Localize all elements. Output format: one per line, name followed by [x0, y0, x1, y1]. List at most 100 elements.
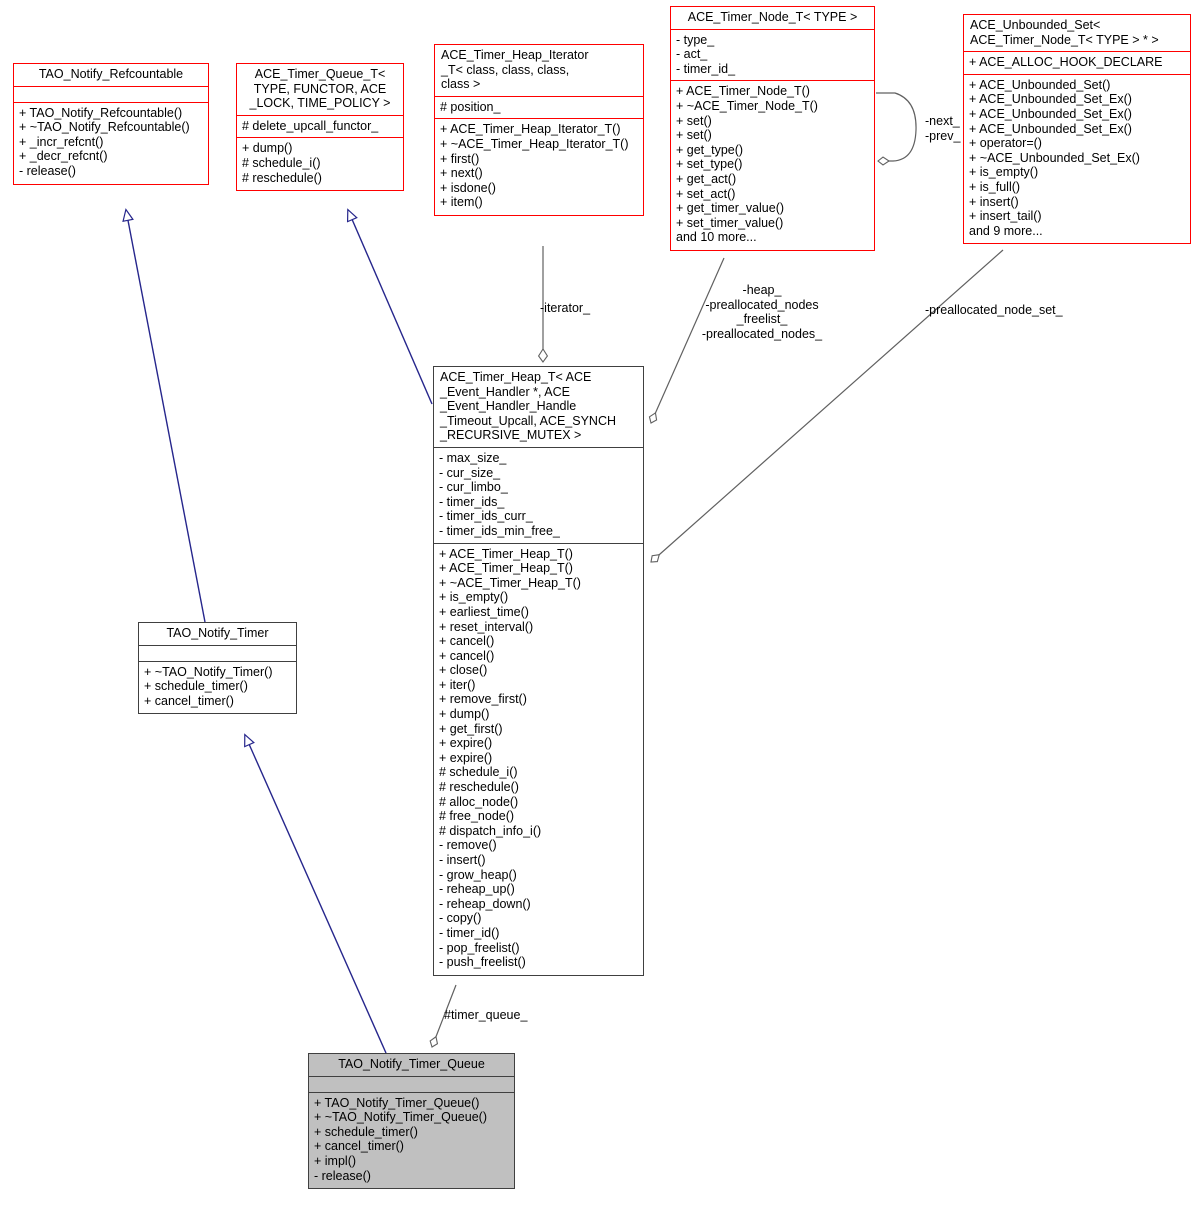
operation-row: + set() — [676, 113, 712, 128]
operation-row: + ACE_Timer_Heap_T() — [439, 561, 573, 576]
operation-row: # alloc_node() — [439, 794, 519, 809]
operation-row: + close() — [439, 663, 488, 678]
operation-row: + ~ACE_Unbounded_Set_Ex() — [969, 150, 1140, 165]
class-title: TAO_Notify_Refcountable — [14, 64, 208, 87]
class-attributes: # position_ — [435, 97, 643, 120]
operation-row: + _decr_refcnt() — [19, 149, 108, 164]
attribute-row: - type_ — [676, 32, 715, 47]
operation-row: + dump() — [242, 141, 293, 156]
operation-row: + isdone() — [440, 180, 496, 195]
operation-row: + ACE_Timer_Heap_T() — [439, 546, 573, 561]
edge-label-node-set: -preallocated_node_set_ — [925, 303, 1063, 317]
class-title: TAO_Notify_Timer_Queue — [309, 1054, 514, 1077]
operation-row: - grow_heap() — [439, 867, 517, 882]
operation-row: + ~TAO_Notify_Timer_Queue() — [314, 1110, 487, 1125]
operation-row: + get_timer_value() — [676, 201, 785, 216]
operation-row: + impl() — [314, 1153, 357, 1168]
attribute-row: # delete_upcall_functor_ — [242, 118, 379, 133]
attribute-row: - timer_ids_min_free_ — [439, 523, 560, 538]
attribute-row: - cur_limbo_ — [439, 480, 508, 495]
operation-row: + cancel_timer() — [144, 693, 234, 708]
operation-row: + TAO_Notify_Refcountable() — [19, 105, 183, 120]
operation-row: + is_empty() — [969, 165, 1039, 180]
operation-row: - release() — [314, 1168, 371, 1183]
operation-row: + set_timer_value() — [676, 215, 784, 230]
class-operations: + TAO_Notify_Refcountable() + ~TAO_Notif… — [14, 103, 208, 184]
operation-row: + is_full() — [969, 179, 1021, 194]
operation-row: # reschedule() — [439, 780, 519, 795]
operation-row: # reschedule() — [242, 170, 322, 185]
operation-row: + cancel_timer() — [314, 1139, 404, 1154]
operation-row: + ~TAO_Notify_Refcountable() — [19, 120, 190, 135]
operation-row: + iter() — [439, 677, 476, 692]
operation-row: + ~ACE_Timer_Heap_T() — [439, 575, 581, 590]
class-attributes — [14, 87, 208, 103]
uml-class-diagram: TAO_Notify_Refcountable + TAO_Notify_Ref… — [0, 0, 1199, 1208]
operation-row: - reheap_down() — [439, 896, 531, 911]
operation-row: - pop_freelist() — [439, 940, 520, 955]
attribute-row: + ACE_ALLOC_HOOK_DECLARE — [969, 55, 1163, 70]
operation-row: + cancel() — [439, 648, 495, 663]
edge-inherit-timer-refcountable — [122, 208, 206, 623]
operation-row: and 10 more... — [676, 230, 757, 245]
class-node-ace-unbounded-set[interactable]: ACE_Unbounded_Set< ACE_Timer_Node_T< TYP… — [963, 14, 1191, 245]
attribute-row: - timer_ids_curr_ — [439, 509, 533, 524]
class-attributes: - type_ - act_ - timer_id_ — [671, 30, 874, 82]
operation-row: + TAO_Notify_Timer_Queue() — [314, 1095, 480, 1110]
operation-row: + get_first() — [439, 721, 503, 736]
edge-label-iterator: -iterator_ — [540, 301, 591, 315]
class-attributes: + ACE_ALLOC_HOOK_DECLARE — [964, 52, 1190, 75]
operation-row: + ~TAO_Notify_Timer() — [144, 664, 273, 679]
class-operations: + dump() # schedule_i() # reschedule() — [237, 138, 403, 190]
class-title: ACE_Timer_Heap_T< ACE _Event_Handler *, … — [434, 367, 643, 448]
operation-row: + insert() — [969, 194, 1019, 209]
operation-row: + schedule_timer() — [144, 679, 248, 694]
class-title: ACE_Unbounded_Set< ACE_Timer_Node_T< TYP… — [964, 15, 1190, 53]
class-operations: + ACE_Timer_Heap_Iterator_T() + ~ACE_Tim… — [435, 119, 643, 215]
class-operations: + ACE_Timer_Node_T() + ~ACE_Timer_Node_T… — [671, 81, 874, 250]
edge-label-timer-queue: #timer_queue_ — [444, 1008, 528, 1022]
operation-row: + schedule_timer() — [314, 1124, 418, 1139]
operation-row: # schedule_i() — [242, 155, 321, 170]
class-operations: + ~TAO_Notify_Timer() + schedule_timer()… — [139, 662, 296, 714]
class-title: ACE_Timer_Heap_Iterator _T< class, class… — [435, 45, 643, 97]
operation-row: - remove() — [439, 838, 497, 853]
operation-row: + ACE_Unbounded_Set_Ex() — [969, 106, 1132, 121]
operation-row: - insert() — [439, 853, 486, 867]
operation-row: - push_freelist() — [439, 955, 526, 970]
operation-row: - release() — [19, 163, 76, 178]
class-node-ace-timer-heap-iterator-t[interactable]: ACE_Timer_Heap_Iterator _T< class, class… — [434, 44, 644, 216]
attribute-row: - timer_ids_ — [439, 494, 505, 509]
class-operations: + ACE_Timer_Heap_T() + ACE_Timer_Heap_T(… — [434, 544, 643, 975]
operation-row: + earliest_time() — [439, 604, 529, 619]
class-node-ace-timer-heap-t[interactable]: ACE_Timer_Heap_T< ACE _Event_Handler *, … — [433, 366, 644, 976]
operation-row: + expire() — [439, 750, 493, 765]
operation-row: + dump() — [439, 707, 490, 722]
class-node-ace-timer-node-t[interactable]: ACE_Timer_Node_T< TYPE > - type_ - act_ … — [670, 6, 875, 251]
operation-row: + expire() — [439, 736, 493, 751]
operation-row: + set_act() — [676, 186, 736, 201]
edge-label-next-prev: -next_ -prev_ — [925, 114, 961, 143]
class-node-tao-notify-timer-queue[interactable]: TAO_Notify_Timer_Queue + TAO_Notify_Time… — [308, 1053, 515, 1190]
operation-row: + reset_interval() — [439, 619, 534, 634]
edge-inherit-queue-timer — [244, 733, 387, 1054]
class-node-tao-notify-timer[interactable]: TAO_Notify_Timer + ~TAO_Notify_Timer() +… — [138, 622, 297, 715]
class-node-ace-timer-queue-t[interactable]: ACE_Timer_Queue_T< TYPE, FUNCTOR, ACE _L… — [236, 63, 404, 192]
operation-row: - copy() — [439, 911, 482, 926]
class-attributes: - max_size_ - cur_size_ - cur_limbo_ - t… — [434, 448, 643, 544]
class-attributes: # delete_upcall_functor_ — [237, 116, 403, 139]
attribute-row: - cur_size_ — [439, 465, 501, 480]
operation-row: + ACE_Unbounded_Set_Ex() — [969, 92, 1132, 107]
operation-row: + get_type() — [676, 142, 744, 157]
class-title: ACE_Timer_Queue_T< TYPE, FUNCTOR, ACE _L… — [237, 64, 403, 116]
operation-row: + ACE_Timer_Heap_Iterator_T() — [440, 122, 621, 137]
operation-row: + insert_tail() — [969, 209, 1042, 224]
class-node-tao-notify-refcountable[interactable]: TAO_Notify_Refcountable + TAO_Notify_Ref… — [13, 63, 209, 185]
class-operations: + TAO_Notify_Timer_Queue() + ~TAO_Notify… — [309, 1093, 514, 1189]
operation-row: and 9 more... — [969, 223, 1043, 238]
attribute-row: - timer_id_ — [676, 61, 736, 76]
operation-row: + cancel() — [439, 634, 495, 649]
operation-row: - reheap_up() — [439, 882, 515, 897]
operation-row: + ACE_Unbounded_Set_Ex() — [969, 121, 1132, 136]
operation-row: + first() — [440, 151, 480, 166]
